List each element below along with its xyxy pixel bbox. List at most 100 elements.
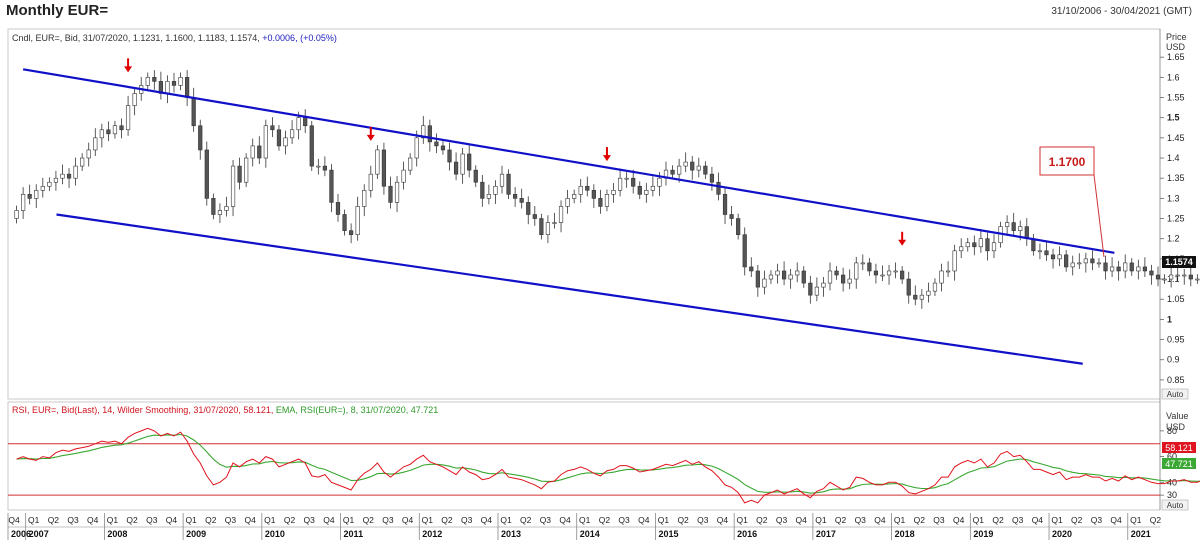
candle-body xyxy=(27,194,32,199)
candle-body xyxy=(545,222,551,235)
price-axis-title: Price xyxy=(1166,32,1187,42)
candle-body xyxy=(53,177,59,183)
quarter-label: Q3 xyxy=(461,515,473,525)
candle-body xyxy=(834,270,839,276)
price-tick-label: 1.5 xyxy=(1167,113,1180,123)
quarter-label: Q3 xyxy=(540,515,552,525)
candle-body xyxy=(1050,254,1056,260)
candle-body xyxy=(250,145,255,159)
candle-body xyxy=(886,270,892,276)
candle-body xyxy=(349,230,354,235)
chart-canvas[interactable]: Cndl, EUR=, Bid, 31/07/2020, 1.1231, 1.1… xyxy=(0,0,1200,553)
candle-body xyxy=(401,169,406,183)
price-tick-label: 1.3 xyxy=(1167,193,1180,203)
candle-body xyxy=(263,125,268,159)
candle-body xyxy=(1188,274,1193,280)
candle-body xyxy=(880,274,885,277)
candle-body xyxy=(722,194,728,215)
candle-body xyxy=(972,242,977,248)
candle-body xyxy=(677,165,682,175)
candle-body xyxy=(808,282,813,296)
candle-body xyxy=(355,206,360,235)
quarter-label: Q4 xyxy=(717,515,729,525)
quarter-label: Q1 xyxy=(264,515,276,525)
ema-last-label: 47.721 xyxy=(1165,459,1193,469)
candle-body xyxy=(165,81,170,94)
candle-body xyxy=(650,185,655,191)
candle-body xyxy=(709,173,715,183)
candle-body xyxy=(119,125,124,131)
quarter-label: Q2 xyxy=(835,515,847,525)
quarter-label: Q2 xyxy=(992,515,1004,525)
candle-body xyxy=(1195,278,1200,281)
candle-body xyxy=(1064,254,1069,268)
candle-body xyxy=(230,165,236,207)
rsi-tick-label: 30 xyxy=(1167,490,1177,500)
candle-body xyxy=(1103,262,1108,272)
candle-body xyxy=(847,278,852,284)
quarter-label: Q4 xyxy=(166,515,178,525)
quarter-label: Q2 xyxy=(363,515,375,525)
candle-body xyxy=(289,129,295,139)
candle-body xyxy=(703,165,708,175)
last-price-label: 1.1574 xyxy=(1165,257,1193,267)
candle-body xyxy=(270,125,275,131)
price-tick-label: 1.25 xyxy=(1167,214,1185,224)
quarter-label: Q1 xyxy=(736,515,748,525)
quarter-label: Q2 xyxy=(1071,515,1083,525)
candle-body xyxy=(683,161,688,167)
candle-body xyxy=(60,173,65,179)
quarter-label: Q1 xyxy=(894,515,906,525)
candle-body xyxy=(532,214,537,219)
candle-body xyxy=(775,270,780,276)
year-label: 2007 xyxy=(29,529,49,539)
quarter-label: Q1 xyxy=(343,515,355,525)
price-tick-label: 1.45 xyxy=(1167,133,1185,143)
candle-body xyxy=(749,266,754,272)
candle-body xyxy=(926,290,931,296)
candle-body xyxy=(814,286,819,296)
quarter-label: Q2 xyxy=(441,515,453,525)
candle-body xyxy=(1077,262,1082,265)
candle-body xyxy=(1136,266,1141,272)
candle-body xyxy=(21,194,26,211)
rsi-tick-label: 80 xyxy=(1167,426,1177,436)
candle-body xyxy=(736,218,741,235)
candle-body xyxy=(795,270,800,276)
price-tick-label: 1.35 xyxy=(1167,173,1185,183)
quarter-label: Q3 xyxy=(1091,515,1103,525)
candle-body xyxy=(185,77,190,98)
candle-body xyxy=(716,181,721,195)
candle-body xyxy=(1169,274,1174,280)
quarter-label: Q1 xyxy=(1051,515,1063,525)
price-info-change: +0.0006, (+0.05%) xyxy=(262,33,337,43)
candle-body xyxy=(985,238,990,252)
quarter-label: Q3 xyxy=(933,515,945,525)
candle-body xyxy=(283,137,288,147)
candle-body xyxy=(900,270,905,280)
quarter-label: Q1 xyxy=(973,515,985,525)
candle-body xyxy=(414,137,419,159)
quarter-label: Q4 xyxy=(796,515,808,525)
candle-body xyxy=(335,202,341,215)
candle-body xyxy=(1129,262,1134,272)
target-callout-value: 1.1700 xyxy=(1049,155,1086,169)
candle-body xyxy=(1149,270,1154,276)
candle-body xyxy=(1116,266,1121,272)
rsi-panel[interactable] xyxy=(7,401,1161,511)
candle-body xyxy=(434,141,439,147)
candle-body xyxy=(460,153,465,175)
quarter-label: Q4 xyxy=(874,515,886,525)
candle-body xyxy=(1142,266,1147,272)
candle-body xyxy=(867,262,872,272)
candle-body xyxy=(1090,258,1095,264)
ema-info: EMA, RSI(EUR=), 8, 31/07/2020, 47.721 xyxy=(276,405,438,415)
year-label: 2012 xyxy=(422,529,442,539)
year-label: 2014 xyxy=(580,529,600,539)
candle-body xyxy=(309,125,314,167)
candle-body xyxy=(440,145,446,151)
candle-body xyxy=(959,246,964,252)
candle-body xyxy=(480,181,485,199)
quarter-label: Q1 xyxy=(500,515,512,525)
quarter-label: Q4 xyxy=(559,515,571,525)
